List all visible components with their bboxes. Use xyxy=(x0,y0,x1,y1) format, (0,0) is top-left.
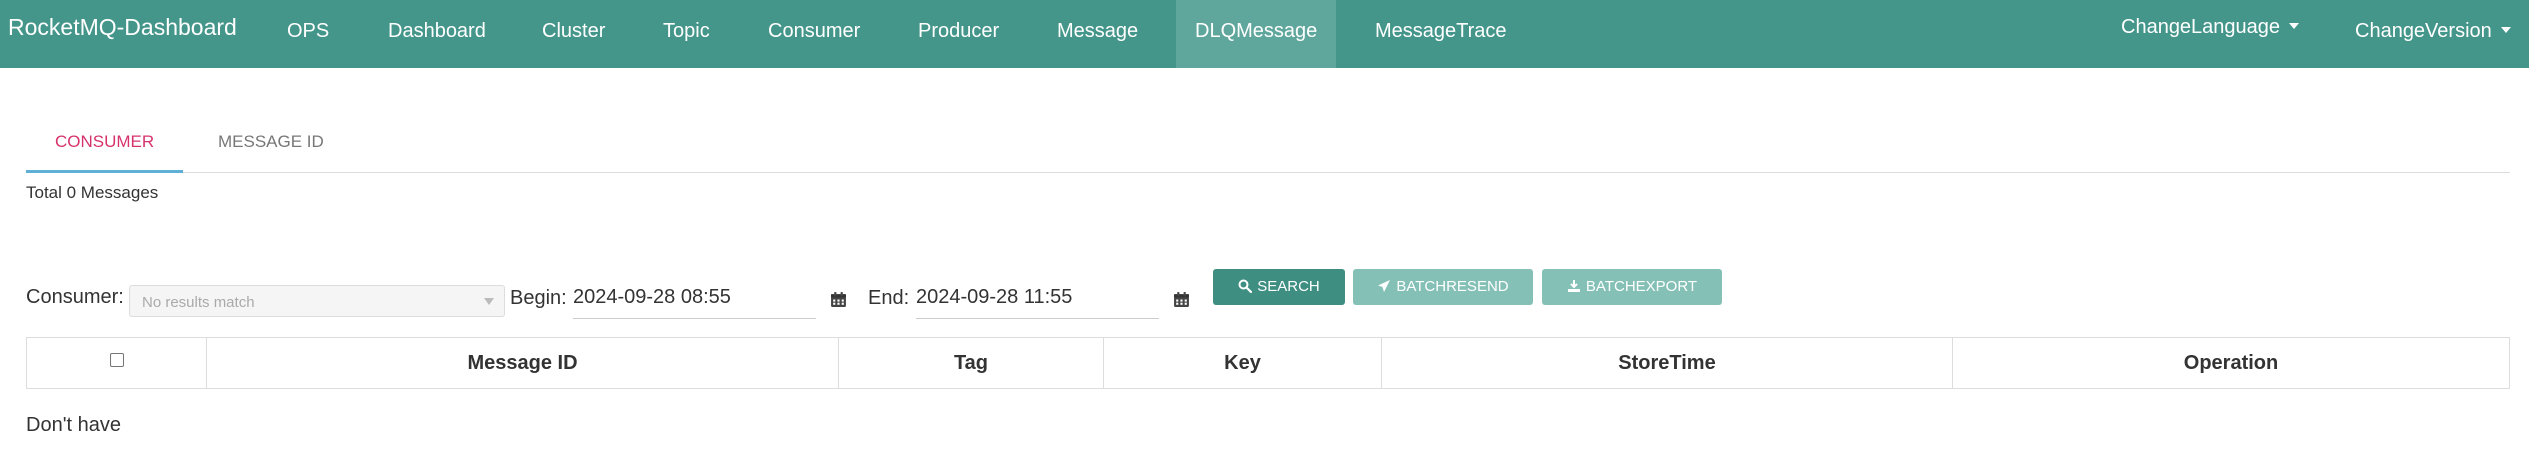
nav-item-producer[interactable]: Producer xyxy=(899,0,1018,68)
change-language-dropdown[interactable]: ChangeLanguage xyxy=(2102,0,2318,68)
tab-consumer[interactable]: CONSUMER xyxy=(26,113,184,173)
column-storetime: StoreTime xyxy=(1382,338,1953,388)
caret-down-icon xyxy=(2289,22,2300,29)
begin-time-value: 2024-09-28 08:55 xyxy=(573,286,731,308)
batch-resend-label: BATCHRESEND xyxy=(1396,278,1509,295)
caret-down-icon xyxy=(2500,26,2511,33)
empty-state-text: Don't have xyxy=(26,414,121,436)
select-all-header xyxy=(27,338,207,388)
nav-item-dlqmessage[interactable]: DLQMessage xyxy=(1176,0,1336,68)
batch-export-label: BATCHEXPORT xyxy=(1585,278,1698,295)
end-time-input[interactable]: 2024-09-28 11:55 xyxy=(916,279,1159,319)
column-message-id: Message ID xyxy=(207,338,839,388)
paper-plane-icon xyxy=(1378,280,1391,293)
tab-message-id[interactable]: MESSAGE ID xyxy=(189,113,353,172)
search-icon xyxy=(1238,279,1253,294)
batch-resend-button[interactable]: BATCHRESEND xyxy=(1353,269,1533,305)
nav-item-messagetrace[interactable]: MessageTrace xyxy=(1356,0,1526,68)
consumer-select[interactable]: No results match xyxy=(129,285,505,317)
calendar-icon[interactable] xyxy=(1173,291,1190,308)
chevron-down-icon xyxy=(484,298,494,305)
calendar-icon[interactable] xyxy=(830,291,847,308)
nav-item-cluster[interactable]: Cluster xyxy=(523,0,624,68)
consumer-label: Consumer: xyxy=(26,286,124,308)
nav-item-consumer[interactable]: Consumer xyxy=(749,0,879,68)
nav-item-message[interactable]: Message xyxy=(1038,0,1157,68)
begin-label: Begin: xyxy=(510,287,567,309)
nav-item-ops[interactable]: OPS xyxy=(268,0,348,68)
nav-item-dashboard[interactable]: Dashboard xyxy=(369,0,505,68)
messages-table: Message ID Tag Key StoreTime Operation xyxy=(26,337,2510,389)
brand-link[interactable]: RocketMQ-Dashboard xyxy=(8,0,237,54)
consumer-select-placeholder: No results match xyxy=(142,294,255,311)
end-time-value: 2024-09-28 11:55 xyxy=(916,286,1073,308)
change-version-dropdown[interactable]: ChangeVersion xyxy=(2336,0,2529,68)
end-label: End: xyxy=(868,287,910,309)
column-key: Key xyxy=(1104,338,1382,388)
column-tag: Tag xyxy=(839,338,1104,388)
top-navbar: RocketMQ-Dashboard OPS Dashboard Cluster… xyxy=(0,0,2529,68)
export-icon xyxy=(1567,280,1580,293)
search-button-label: SEARCH xyxy=(1257,278,1320,295)
column-operation: Operation xyxy=(2183,352,2279,374)
total-messages-text: Total 0 Messages xyxy=(26,183,159,202)
search-button[interactable]: SEARCH xyxy=(1213,269,1345,305)
nav-item-topic[interactable]: Topic xyxy=(644,0,729,68)
change-language-label: ChangeLanguage xyxy=(2121,16,2281,38)
batch-export-button[interactable]: BATCHEXPORT xyxy=(1542,269,1722,305)
begin-time-input[interactable]: 2024-09-28 08:55 xyxy=(573,279,816,319)
search-mode-tabs: CONSUMER MESSAGE ID xyxy=(26,113,2510,173)
change-version-label: ChangeVersion xyxy=(2355,20,2492,42)
select-all-checkbox[interactable] xyxy=(109,352,124,367)
